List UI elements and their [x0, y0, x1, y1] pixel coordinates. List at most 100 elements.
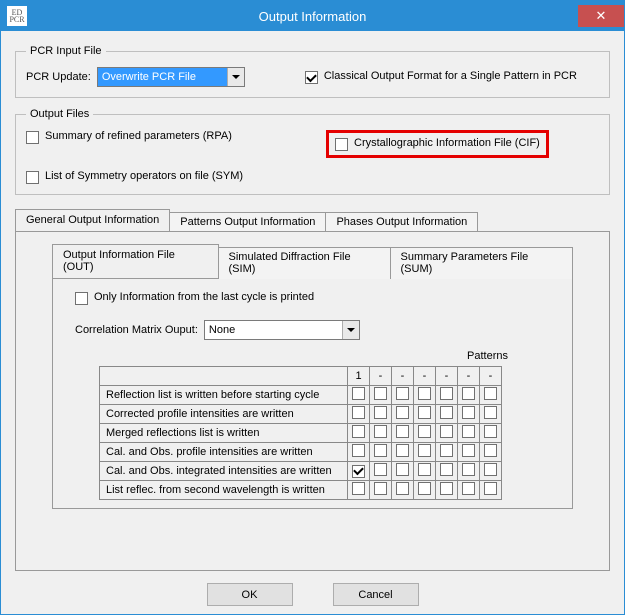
table-cell[interactable] [348, 443, 370, 462]
table-cell[interactable] [458, 386, 480, 405]
sym-label: List of Symmetry operators on file (SYM) [45, 170, 243, 182]
table-cell[interactable] [458, 481, 480, 500]
output-files-legend: Output Files [26, 108, 93, 120]
button-bar: OK Cancel [15, 583, 610, 606]
classical-output-checkbox[interactable]: Classical Output Format for a Single Pat… [305, 70, 577, 84]
checkbox-icon [396, 387, 409, 400]
checkbox-icon [396, 482, 409, 495]
table-cell[interactable] [348, 386, 370, 405]
table-cell[interactable] [458, 462, 480, 481]
correlation-value: None [205, 321, 342, 339]
table-cell[interactable] [480, 424, 502, 443]
checkbox-icon [374, 406, 387, 419]
table-cell[interactable] [348, 405, 370, 424]
table-cell[interactable] [348, 481, 370, 500]
table-cell[interactable] [370, 386, 392, 405]
row-label: Merged reflections list is written [100, 424, 348, 443]
close-icon: ✕ [596, 8, 607, 24]
checkbox-icon [305, 71, 318, 84]
dropdown-button[interactable] [342, 321, 359, 339]
table-cell[interactable] [392, 424, 414, 443]
table-cell[interactable] [458, 405, 480, 424]
table-col-header: - [480, 367, 502, 386]
row-label: Cal. and Obs. profile intensities are wr… [100, 443, 348, 462]
table-cell[interactable] [370, 443, 392, 462]
checkbox-icon [352, 465, 365, 478]
checkbox-icon [440, 444, 453, 457]
cif-label: Crystallographic Information File (CIF) [354, 137, 540, 149]
row-label: Cal. and Obs. integrated intensities are… [100, 462, 348, 481]
table-cell[interactable] [370, 405, 392, 424]
table-cell[interactable] [414, 481, 436, 500]
table-cell[interactable] [392, 405, 414, 424]
tab-sum[interactable]: Summary Parameters File (SUM) [390, 247, 573, 279]
close-button[interactable]: ✕ [578, 5, 624, 27]
table-cell[interactable] [436, 462, 458, 481]
table-cell[interactable] [414, 443, 436, 462]
tab-sim[interactable]: Simulated Diffraction File (SIM) [218, 247, 391, 279]
cif-checkbox[interactable]: Crystallographic Information File (CIF) [335, 137, 540, 151]
summary-rpa-checkbox[interactable]: Summary of refined parameters (RPA) [26, 130, 326, 144]
checkbox-icon [374, 444, 387, 457]
table-cell[interactable] [414, 386, 436, 405]
pcr-update-label: PCR Update: [26, 71, 91, 83]
pcr-update-value: Overwrite PCR File [98, 68, 227, 86]
table-cell[interactable] [480, 386, 502, 405]
table-cell[interactable] [370, 424, 392, 443]
table-cell[interactable] [480, 405, 502, 424]
table-cell[interactable] [480, 443, 502, 462]
row-label: Reflection list is written before starti… [100, 386, 348, 405]
table-cell[interactable] [480, 462, 502, 481]
checkbox-icon [374, 387, 387, 400]
table-cell[interactable] [392, 481, 414, 500]
row-label: Corrected profile intensities are writte… [100, 405, 348, 424]
cancel-button[interactable]: Cancel [333, 583, 419, 606]
table-cell[interactable] [348, 462, 370, 481]
checkbox-icon [462, 387, 475, 400]
main-tabbar: General Output Information Patterns Outp… [15, 209, 610, 231]
classical-output-label: Classical Output Format for a Single Pat… [324, 70, 577, 82]
correlation-dropdown[interactable]: None [204, 320, 360, 340]
ok-button[interactable]: OK [207, 583, 293, 606]
only-last-cycle-checkbox[interactable]: Only Information from the last cycle is … [75, 291, 314, 305]
table-col-header: - [370, 367, 392, 386]
checkbox-icon [418, 463, 431, 476]
table-cell[interactable] [392, 443, 414, 462]
checkbox-icon [418, 406, 431, 419]
tab-general[interactable]: General Output Information [15, 209, 170, 231]
table-cell[interactable] [370, 481, 392, 500]
tab-out[interactable]: Output Information File (OUT) [52, 244, 219, 278]
checkbox-icon [484, 425, 497, 438]
table-cell[interactable] [414, 405, 436, 424]
table-row: Cal. and Obs. integrated intensities are… [100, 462, 502, 481]
table-cell[interactable] [348, 424, 370, 443]
table-cell[interactable] [392, 386, 414, 405]
tab-phases[interactable]: Phases Output Information [325, 212, 478, 232]
table-cell[interactable] [436, 424, 458, 443]
checkbox-icon [396, 463, 409, 476]
table-cell[interactable] [436, 405, 458, 424]
table-cell[interactable] [436, 386, 458, 405]
checkbox-icon [484, 406, 497, 419]
table-cell[interactable] [458, 443, 480, 462]
dialog-window: EDPCR Output Information ✕ PCR Input Fil… [0, 0, 625, 615]
table-cell[interactable] [370, 462, 392, 481]
table-cell[interactable] [480, 481, 502, 500]
checkbox-icon [440, 406, 453, 419]
table-cell[interactable] [458, 424, 480, 443]
pcr-update-dropdown[interactable]: Overwrite PCR File [97, 67, 245, 87]
tab-patterns[interactable]: Patterns Output Information [169, 212, 326, 232]
checkbox-icon [418, 444, 431, 457]
checkbox-icon [335, 138, 348, 151]
table-cell[interactable] [436, 481, 458, 500]
checkbox-icon [374, 425, 387, 438]
checkbox-icon [352, 444, 365, 457]
dropdown-button[interactable] [227, 68, 244, 86]
table-cell[interactable] [436, 443, 458, 462]
table-cell[interactable] [414, 462, 436, 481]
summary-rpa-label: Summary of refined parameters (RPA) [45, 130, 232, 142]
table-cell[interactable] [392, 462, 414, 481]
sym-checkbox[interactable]: List of Symmetry operators on file (SYM) [26, 170, 243, 184]
table-row: Corrected profile intensities are writte… [100, 405, 502, 424]
table-cell[interactable] [414, 424, 436, 443]
